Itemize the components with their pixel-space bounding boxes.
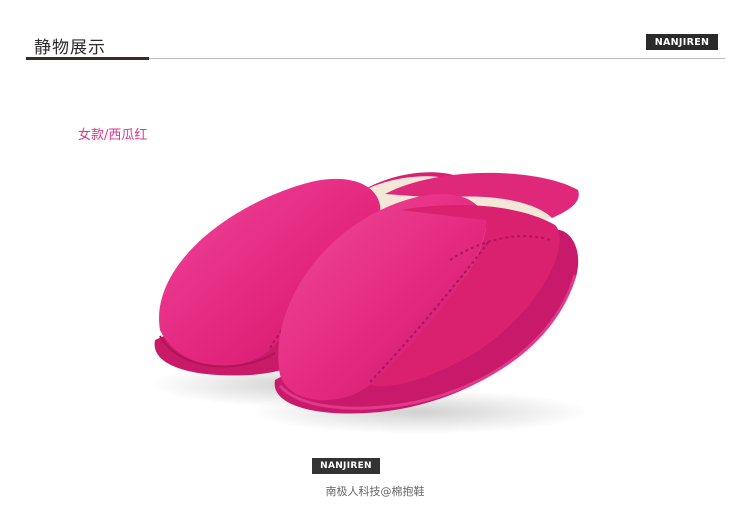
footer-brand-logo: NANJIREN [312,458,380,474]
page-title: 静物展示 [34,38,106,58]
footer-caption: 南极人科技@棉抱鞋 [325,485,425,498]
header-rule-accent [26,57,149,60]
brand-logo: NANJIREN [646,34,718,50]
slipper-pair-photo [150,172,590,434]
variant-label: 女款/西瓜红 [78,128,148,143]
